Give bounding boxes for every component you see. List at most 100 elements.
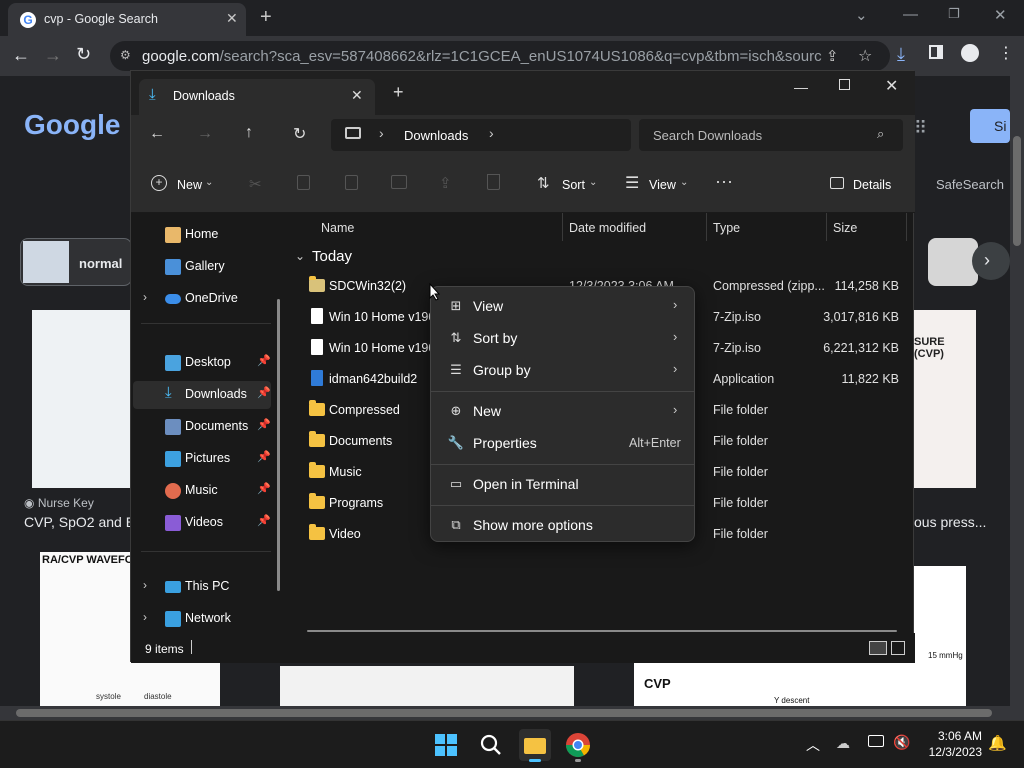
forward-icon[interactable]: → [197, 125, 213, 143]
column-header-type[interactable]: Type [713, 213, 740, 241]
menu-kebab-icon[interactable]: ⋮ [998, 43, 1014, 63]
context-item-group-by[interactable]: ☰ Group by › [435, 355, 692, 385]
column-divider[interactable] [706, 213, 707, 241]
side-panel-icon[interactable] [929, 45, 943, 59]
reload-icon[interactable]: ↻ [76, 44, 91, 65]
new-tab-button[interactable]: + [260, 6, 272, 29]
paste-icon[interactable] [345, 175, 358, 190]
taskbar-file-explorer[interactable] [519, 729, 551, 762]
column-header-date[interactable]: Date modified [569, 213, 646, 241]
back-icon[interactable]: ← [149, 125, 165, 143]
apps-grid-icon[interactable]: ⠿ [914, 118, 927, 139]
scrollbar-thumb[interactable] [16, 709, 992, 717]
maximize-icon[interactable] [839, 79, 850, 90]
bookmark-star-icon[interactable]: ☆ [858, 46, 872, 66]
sidebar-scrollbar[interactable] [277, 299, 280, 591]
address-bar[interactable]: ⚙ google.com/search?sca_esv=587408662&rl… [110, 41, 890, 71]
forward-icon[interactable]: → [44, 45, 62, 66]
sidebar-item-home[interactable]: Home [133, 221, 271, 249]
minimize-icon[interactable]: — [794, 79, 808, 95]
chevron-right-icon[interactable]: › [143, 610, 147, 624]
taskbar-chrome[interactable] [562, 729, 594, 762]
sidebar-item-music[interactable]: Music 📌 [133, 477, 271, 505]
sidebar-item-gallery[interactable]: Gallery [133, 253, 271, 281]
rename-icon[interactable] [391, 175, 407, 189]
refresh-icon[interactable]: ↻ [293, 124, 306, 144]
column-header-size[interactable]: Size [833, 213, 857, 241]
sort-button[interactable]: Sort [562, 178, 585, 192]
cut-icon[interactable]: ✂ [249, 175, 262, 193]
browser-tab[interactable]: G cvp - Google Search ✕ [8, 3, 246, 36]
column-divider[interactable] [906, 213, 907, 241]
chevron-right-icon[interactable]: › [143, 578, 147, 592]
copy-icon[interactable] [297, 175, 310, 190]
more-options-icon[interactable]: ··· [715, 171, 733, 192]
sidebar-item-downloads[interactable]: ⤓ Downloads 📌 [133, 381, 271, 409]
downloads-icon[interactable]: ⤓ [897, 44, 905, 65]
close-tab-icon[interactable]: ✕ [351, 87, 363, 104]
network-icon[interactable] [868, 735, 884, 747]
tiles-view-icon[interactable] [891, 641, 905, 655]
restore-icon[interactable]: ❐ [948, 6, 960, 22]
close-tab-icon[interactable]: ✕ [226, 10, 238, 27]
onedrive-icon[interactable]: ☁ [836, 735, 850, 752]
page-vertical-scrollbar[interactable] [1010, 76, 1024, 720]
context-item-show-more[interactable]: ⧉ Show more options [435, 510, 692, 540]
sidebar-item-documents[interactable]: Documents 📌 [133, 413, 271, 441]
back-icon[interactable]: ← [12, 45, 30, 66]
sidebar-item-onedrive[interactable]: › OneDrive [133, 285, 271, 313]
profile-avatar-icon[interactable] [961, 44, 979, 62]
result-title[interactable]: ous press... [914, 514, 986, 530]
result-title[interactable]: CVP, SpO2 and E [24, 514, 135, 530]
breadcrumb-downloads[interactable]: Downloads [404, 128, 468, 143]
google-logo[interactable]: Google [24, 109, 120, 141]
up-icon[interactable]: ↑ [245, 124, 253, 142]
result-image[interactable]: SURE (CVP) [914, 310, 976, 488]
safesearch-label[interactable]: SafeSearch [936, 177, 1004, 192]
search-input[interactable]: Search Downloads ⌕ [639, 119, 903, 151]
chevron-right-icon[interactable]: › [143, 290, 147, 304]
scrollbar-thumb[interactable] [1013, 136, 1021, 246]
start-button[interactable] [430, 729, 462, 761]
close-window-icon[interactable]: ✕ [885, 76, 898, 96]
sidebar-item-network[interactable]: › Network [133, 605, 271, 633]
result-image[interactable] [280, 666, 574, 706]
search-button[interactable] [475, 729, 507, 761]
clock-time[interactable]: 3:06 AM [924, 729, 982, 743]
column-divider[interactable] [826, 213, 827, 241]
explorer-tab[interactable]: ⤓ Downloads ✕ [139, 79, 375, 115]
new-tab-button[interactable]: + [393, 82, 404, 103]
tab-search-icon[interactable]: ⌄ [855, 6, 868, 24]
sidebar-item-videos[interactable]: Videos 📌 [133, 509, 271, 537]
view-button[interactable]: View [649, 178, 676, 192]
context-item-view[interactable]: ⊞ View › [435, 291, 692, 321]
sign-in-button[interactable]: Si [970, 109, 1010, 143]
result-image[interactable] [32, 310, 132, 488]
notification-bell-icon[interactable]: 🔔 [988, 734, 1007, 752]
chevron-up-icon[interactable]: ︿ [806, 735, 820, 755]
horizontal-scrollbar[interactable] [307, 630, 897, 632]
new-button[interactable]: New [177, 178, 202, 192]
details-view-icon[interactable] [869, 641, 887, 655]
sidebar-item-this-pc[interactable]: › This PC [133, 573, 271, 601]
page-horizontal-scrollbar[interactable] [0, 706, 1010, 720]
address-breadcrumb[interactable]: › Downloads › [331, 119, 631, 151]
sidebar-item-desktop[interactable]: Desktop 📌 [133, 349, 271, 377]
context-item-new[interactable]: ⊕ New › [435, 396, 692, 426]
chip-thumbnail-right[interactable] [928, 238, 978, 286]
volume-muted-icon[interactable]: 🔇 [893, 734, 910, 751]
search-chip[interactable]: normal [20, 238, 132, 286]
context-item-properties[interactable]: 🔧 Properties Alt+Enter [435, 428, 692, 458]
site-info-icon[interactable]: ⚙ [120, 48, 131, 62]
details-button[interactable]: Details [853, 178, 891, 192]
column-divider[interactable] [562, 213, 563, 241]
share-icon[interactable]: ⇪ [826, 47, 839, 65]
minimize-icon[interactable]: — [903, 6, 918, 23]
context-item-sort-by[interactable]: ⇅ Sort by › [435, 323, 692, 353]
sidebar-item-pictures[interactable]: Pictures 📌 [133, 445, 271, 473]
group-header-today[interactable]: ⌄ Today [295, 247, 495, 269]
share-icon[interactable]: ⇪ [439, 174, 452, 192]
column-header-name[interactable]: Name [321, 213, 354, 241]
clock-date[interactable]: 12/3/2023 [918, 745, 982, 759]
delete-icon[interactable] [487, 174, 500, 190]
